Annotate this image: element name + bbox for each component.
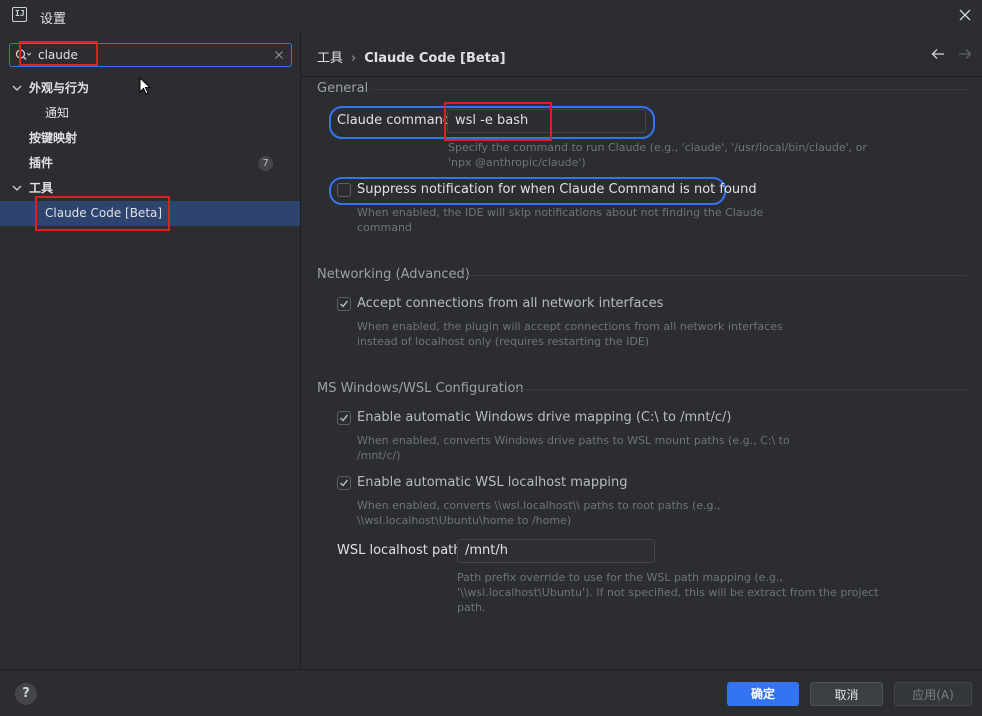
- search-box[interactable]: [9, 43, 292, 67]
- tree-item-label: Claude Code [Beta]: [45, 206, 163, 220]
- tree-item-notifications[interactable]: 通知: [0, 101, 300, 126]
- search-icon[interactable]: [15, 48, 31, 62]
- tree-item-keymap[interactable]: 按键映射: [0, 126, 300, 151]
- breadcrumb-current: Claude Code [Beta]: [364, 51, 506, 66]
- suppress-notification-help: When enabled, the IDE will skip notifica…: [357, 206, 764, 234]
- tree-item-label: 插件: [29, 156, 54, 170]
- help-button[interactable]: ?: [15, 683, 37, 705]
- arrow-right-icon[interactable]: [958, 48, 972, 60]
- cancel-button[interactable]: 取消: [810, 682, 883, 706]
- tree-item-label: 通知: [45, 106, 70, 120]
- drive-mapping-label[interactable]: Enable automatic Windows drive mapping (…: [357, 410, 731, 425]
- claude-command-help: Specify the command to run Claude (e.g.,…: [448, 141, 867, 169]
- drive-mapping-checkbox[interactable]: [337, 411, 351, 425]
- breadcrumb: 工具 › Claude Code [Beta]: [317, 47, 506, 66]
- settings-content: 工具 › Claude Code [Beta] General Claude com…: [301, 32, 982, 669]
- accept-connections-help: When enabled, the plugin will accept con…: [357, 320, 783, 348]
- wsl-path-help: Path prefix override to use for the WSL …: [457, 571, 879, 614]
- mouse-cursor-icon: [139, 77, 152, 95]
- ok-button[interactable]: 确定: [727, 682, 799, 706]
- section-title-general: General: [317, 81, 369, 96]
- breadcrumb-parent[interactable]: 工具: [317, 51, 343, 66]
- settings-sidebar: 外观与行为 通知 按键映射 插件 7 工具 Claude Code [Beta]: [0, 32, 300, 669]
- localhost-mapping-help: When enabled, converts \\wsl.localhost\\…: [357, 499, 721, 527]
- tree-item-label: 工具: [29, 181, 54, 195]
- claude-command-field[interactable]: wsl -e bash: [447, 109, 646, 133]
- header-divider: [301, 76, 982, 77]
- title-bar: IJ 设置: [0, 0, 982, 32]
- arrow-left-icon[interactable]: [931, 48, 945, 60]
- clear-icon[interactable]: [273, 49, 285, 61]
- tree-item-tools[interactable]: 工具: [0, 176, 300, 201]
- plugins-count-badge: 7: [258, 156, 273, 171]
- apply-button[interactable]: 应用(A): [894, 682, 972, 706]
- suppress-notification-checkbox[interactable]: [337, 183, 351, 197]
- section-title-networking: Networking (Advanced): [317, 267, 470, 282]
- localhost-mapping-label[interactable]: Enable automatic WSL localhost mapping: [357, 475, 628, 490]
- wsl-path-field[interactable]: /mnt/h: [457, 539, 655, 563]
- section-divider: [371, 89, 966, 90]
- tree-item-plugins[interactable]: 插件 7: [0, 151, 300, 176]
- dialog-footer: ? 确定 取消 应用(A): [0, 669, 982, 716]
- tree-item-label: 按键映射: [29, 131, 78, 145]
- breadcrumb-separator: ›: [351, 51, 357, 66]
- accept-connections-checkbox[interactable]: [337, 297, 351, 311]
- claude-command-label: Claude command:: [337, 113, 456, 128]
- chevron-down-icon[interactable]: [12, 84, 22, 92]
- section-divider: [514, 389, 966, 390]
- section-title-wsl: MS Windows/WSL Configuration: [317, 381, 524, 396]
- chevron-down-icon[interactable]: [12, 184, 22, 192]
- search-input[interactable]: [38, 47, 268, 63]
- intellij-icon: IJ: [12, 7, 27, 22]
- wsl-path-label: WSL localhost path:: [337, 543, 466, 558]
- drive-mapping-help: When enabled, converts Windows drive pat…: [357, 434, 790, 462]
- accept-connections-label[interactable]: Accept connections from all network inte…: [357, 296, 663, 311]
- tree-item-claude-code[interactable]: Claude Code [Beta]: [0, 201, 300, 226]
- suppress-notification-label[interactable]: Suppress notification for when Claude Co…: [357, 182, 757, 197]
- close-icon[interactable]: [956, 6, 974, 24]
- tree-item-label: 外观与行为: [29, 81, 90, 95]
- window-title: 设置: [40, 12, 67, 27]
- section-divider: [461, 275, 966, 276]
- localhost-mapping-checkbox[interactable]: [337, 476, 351, 490]
